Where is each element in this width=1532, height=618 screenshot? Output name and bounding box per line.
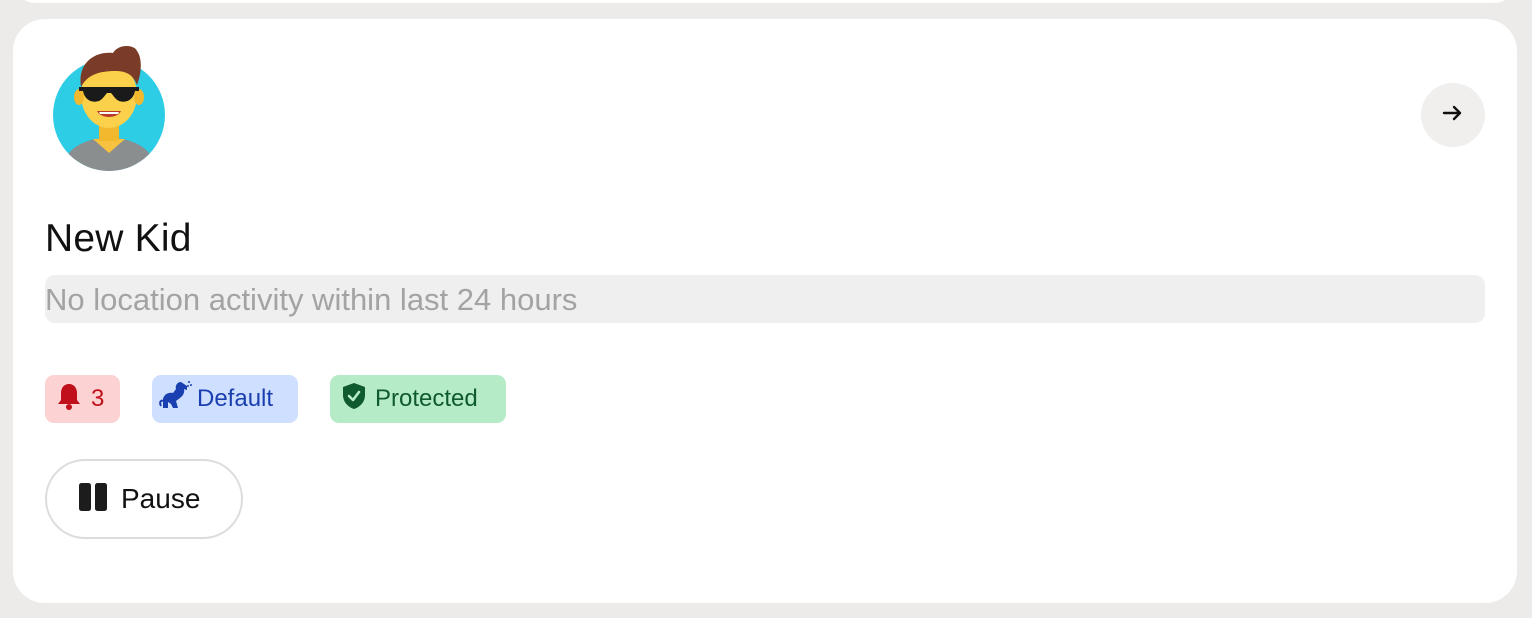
boy-with-sunglasses-avatar-icon <box>53 41 167 173</box>
arrow-right-icon <box>1441 101 1465 130</box>
dog-icon <box>159 380 193 419</box>
alerts-count: 3 <box>91 385 105 412</box>
pause-button[interactable]: Pause <box>45 459 243 539</box>
protection-status-badge[interactable]: Protected <box>330 375 506 423</box>
open-details-button[interactable] <box>1421 83 1485 147</box>
bell-icon <box>57 382 81 417</box>
child-card: New Kid No location activity within last… <box>13 19 1517 603</box>
protection-status-label: Protected <box>375 385 478 412</box>
shield-check-icon <box>342 382 366 417</box>
profile-label: Default <box>197 385 274 412</box>
location-activity-text: No location activity within last 24 hour… <box>45 275 1485 323</box>
pause-icon <box>77 481 109 518</box>
pause-label: Pause <box>121 483 201 514</box>
previous-card <box>13 0 1517 3</box>
child-name: New Kid <box>45 217 192 260</box>
alerts-badge[interactable]: 3 <box>45 375 120 423</box>
profile-badge[interactable]: Default <box>152 375 298 423</box>
badge-row: 3 Default Protected <box>45 375 506 423</box>
